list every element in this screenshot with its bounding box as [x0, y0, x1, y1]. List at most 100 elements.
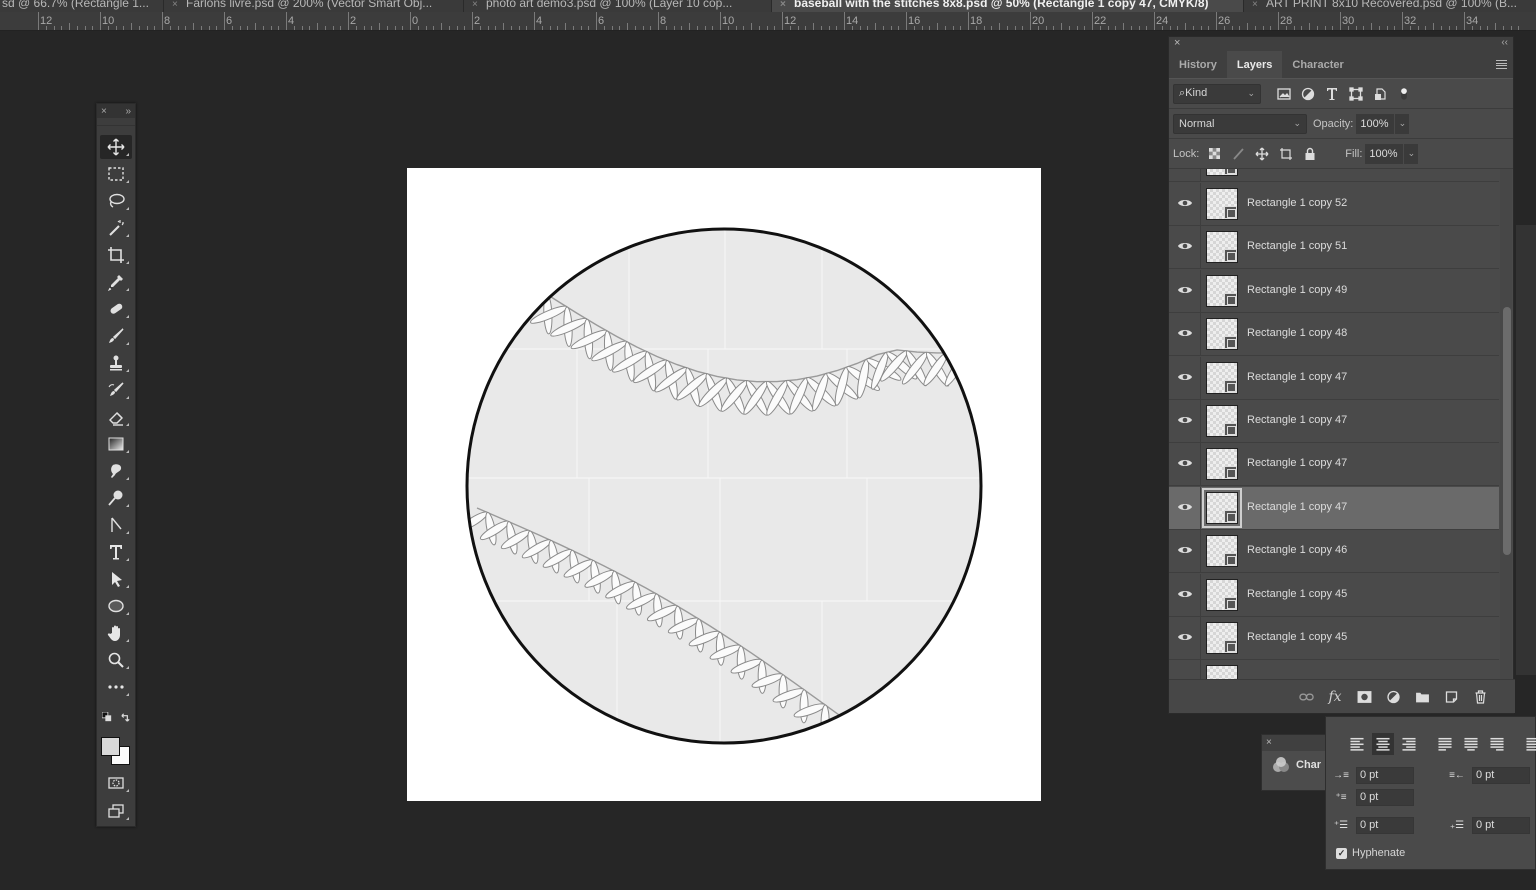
- layers-scrollbar-thumb[interactable]: [1503, 307, 1511, 555]
- layer-row[interactable]: Rectangle 1 copy 47: [1169, 400, 1499, 443]
- brush-tool[interactable]: [100, 324, 132, 348]
- layer-row-partial[interactable]: [1169, 169, 1499, 182]
- tab-layers[interactable]: Layers: [1226, 51, 1283, 78]
- default-colors-button[interactable]: [99, 710, 115, 724]
- eye-icon[interactable]: [1177, 197, 1193, 209]
- justify-center-button[interactable]: [1460, 733, 1482, 755]
- layer-row[interactable]: Rectangle 1 copy 45: [1169, 617, 1499, 660]
- layer-row[interactable]: Rectangle 1 copy 51: [1169, 226, 1499, 270]
- crop-tool[interactable]: [100, 243, 132, 267]
- layer-row[interactable]: Rectangle 1 copy 47: [1169, 443, 1499, 487]
- layer-name[interactable]: Rectangle 1 copy 48: [1247, 327, 1347, 339]
- foreground-color-swatch[interactable]: [101, 737, 120, 756]
- swap-colors-button[interactable]: [117, 710, 133, 724]
- lock-all-button[interactable]: [1301, 145, 1319, 163]
- layer-row[interactable]: Rectangle 1 copy 49: [1169, 269, 1499, 313]
- layer-name[interactable]: Rectangle 1 copy 47: [1247, 414, 1347, 426]
- justify-left-button[interactable]: [1434, 733, 1456, 755]
- link-layers-button[interactable]: [1297, 689, 1315, 705]
- filter-adjustment-button[interactable]: [1299, 85, 1317, 103]
- zoom-tool[interactable]: [100, 648, 132, 672]
- delete-layer-button[interactable]: [1471, 689, 1489, 705]
- screen-mode-button[interactable]: [100, 799, 132, 823]
- lock-position-button[interactable]: [1253, 145, 1271, 163]
- layer-name[interactable]: Rectangle 1 copy 45: [1247, 588, 1347, 600]
- layer-row[interactable]: Rectangle 1 copy 45: [1169, 573, 1499, 617]
- eye-icon[interactable]: [1177, 414, 1193, 426]
- layer-name[interactable]: Rectangle 1 copy 46: [1247, 544, 1347, 556]
- close-tab-icon[interactable]: ×: [1252, 0, 1266, 12]
- eye-icon[interactable]: [1177, 501, 1193, 513]
- close-panel-icon[interactable]: ×: [101, 106, 107, 117]
- filter-toggle-switch[interactable]: [1395, 85, 1413, 103]
- fill-slider-toggle[interactable]: ⌄: [1404, 143, 1419, 164]
- lock-artboard-button[interactable]: [1277, 145, 1295, 163]
- close-tab-icon[interactable]: ×: [472, 0, 486, 12]
- layer-row[interactable]: Rectangle 1 copy 47: [1169, 356, 1499, 400]
- document-canvas[interactable]: [407, 168, 1041, 801]
- filter-type-button[interactable]: [1323, 85, 1341, 103]
- eraser-tool[interactable]: [100, 405, 132, 429]
- healing-brush-tool[interactable]: [100, 297, 132, 321]
- gradient-tool[interactable]: [100, 432, 132, 456]
- eye-icon[interactable]: [1177, 371, 1193, 383]
- history-brush-tool[interactable]: [100, 378, 132, 402]
- filter-shape-button[interactable]: [1347, 85, 1365, 103]
- layer-name[interactable]: Rectangle 1 copy 47: [1247, 457, 1347, 469]
- tab-history[interactable]: History: [1169, 51, 1227, 78]
- ellipse-tool[interactable]: [100, 594, 132, 618]
- close-tab-icon[interactable]: ×: [780, 0, 794, 12]
- add-mask-button[interactable]: [1355, 689, 1373, 705]
- document-tab[interactable]: × Farlons livre.psd @ 200% (Vector Smart …: [164, 0, 464, 12]
- eye-icon[interactable]: [1177, 240, 1193, 252]
- align-right-button[interactable]: [1398, 733, 1420, 755]
- document-tab[interactable]: × photo art demo3.psd @ 100% (Layer 10 co…: [464, 0, 772, 12]
- collapsed-panel-button[interactable]: Char: [1262, 751, 1330, 773]
- filter-kind-dropdown[interactable]: ⌕Kind ⌄: [1173, 83, 1261, 104]
- filter-smart-object-button[interactable]: [1371, 85, 1389, 103]
- align-left-button[interactable]: [1346, 733, 1368, 755]
- eye-icon[interactable]: [1177, 588, 1193, 600]
- space-before-input[interactable]: 0 pt: [1356, 817, 1414, 834]
- layer-row[interactable]: Rectangle 1 copy 48: [1169, 313, 1499, 357]
- indent-first-line-input[interactable]: 0 pt: [1356, 789, 1414, 806]
- document-tab[interactable]: × ART PRINT 8x10 Recovered.psd @ 100% (B.…: [1244, 0, 1536, 12]
- layer-name[interactable]: Rectangle 1 copy 47: [1247, 501, 1347, 513]
- path-selection-tool[interactable]: [100, 567, 132, 591]
- more-tools[interactable]: [100, 675, 132, 699]
- close-tab-icon[interactable]: ×: [172, 0, 186, 12]
- layer-name[interactable]: Rectangle 1 copy 47: [1247, 371, 1347, 383]
- lock-transparent-button[interactable]: [1205, 145, 1223, 163]
- collapse-panel-icon[interactable]: ‹‹: [1501, 37, 1508, 48]
- pen-tool[interactable]: [100, 513, 132, 537]
- opacity-slider-toggle[interactable]: ⌄: [1395, 113, 1410, 134]
- layer-name[interactable]: Rectangle 1 copy 51: [1247, 240, 1347, 252]
- close-panel-icon[interactable]: ×: [1262, 735, 1330, 751]
- lasso-tool[interactable]: [100, 189, 132, 213]
- opacity-input[interactable]: 100%: [1356, 113, 1395, 134]
- hyphenate-checkbox[interactable]: ✓: [1336, 847, 1347, 859]
- close-panel-icon[interactable]: ×: [1174, 37, 1180, 49]
- tab-character[interactable]: Character: [1282, 51, 1353, 78]
- rectangular-marquee-tool[interactable]: [100, 162, 132, 186]
- eye-icon[interactable]: [1177, 327, 1193, 339]
- layer-name[interactable]: Rectangle 1 copy 45: [1247, 631, 1347, 643]
- filter-pixel-button[interactable]: [1275, 85, 1293, 103]
- indent-right-input[interactable]: 0 pt: [1472, 767, 1530, 784]
- layer-row-selected[interactable]: Rectangle 1 copy 47: [1169, 486, 1499, 530]
- blend-mode-dropdown[interactable]: Normal ⌄: [1173, 113, 1307, 134]
- layer-name[interactable]: Rectangle 1 copy 52: [1247, 197, 1347, 209]
- layer-row[interactable]: Rectangle 1 copy 52: [1169, 183, 1499, 226]
- move-tool[interactable]: [100, 135, 132, 159]
- new-layer-button[interactable]: [1442, 689, 1460, 705]
- type-tool[interactable]: [100, 540, 132, 564]
- justify-all-button[interactable]: [1522, 733, 1536, 755]
- panel-menu-icon[interactable]: [1496, 60, 1507, 69]
- new-group-button[interactable]: [1413, 689, 1431, 705]
- expand-panel-icon[interactable]: »: [125, 106, 131, 117]
- layer-row[interactable]: Rectangle 1 copy 46: [1169, 530, 1499, 574]
- eye-icon[interactable]: [1177, 457, 1193, 469]
- dodge-tool[interactable]: [100, 486, 132, 510]
- document-tab[interactable]: sd @ 66.7% (Rectangle 1...: [0, 0, 164, 12]
- panel-grip[interactable]: [97, 118, 135, 126]
